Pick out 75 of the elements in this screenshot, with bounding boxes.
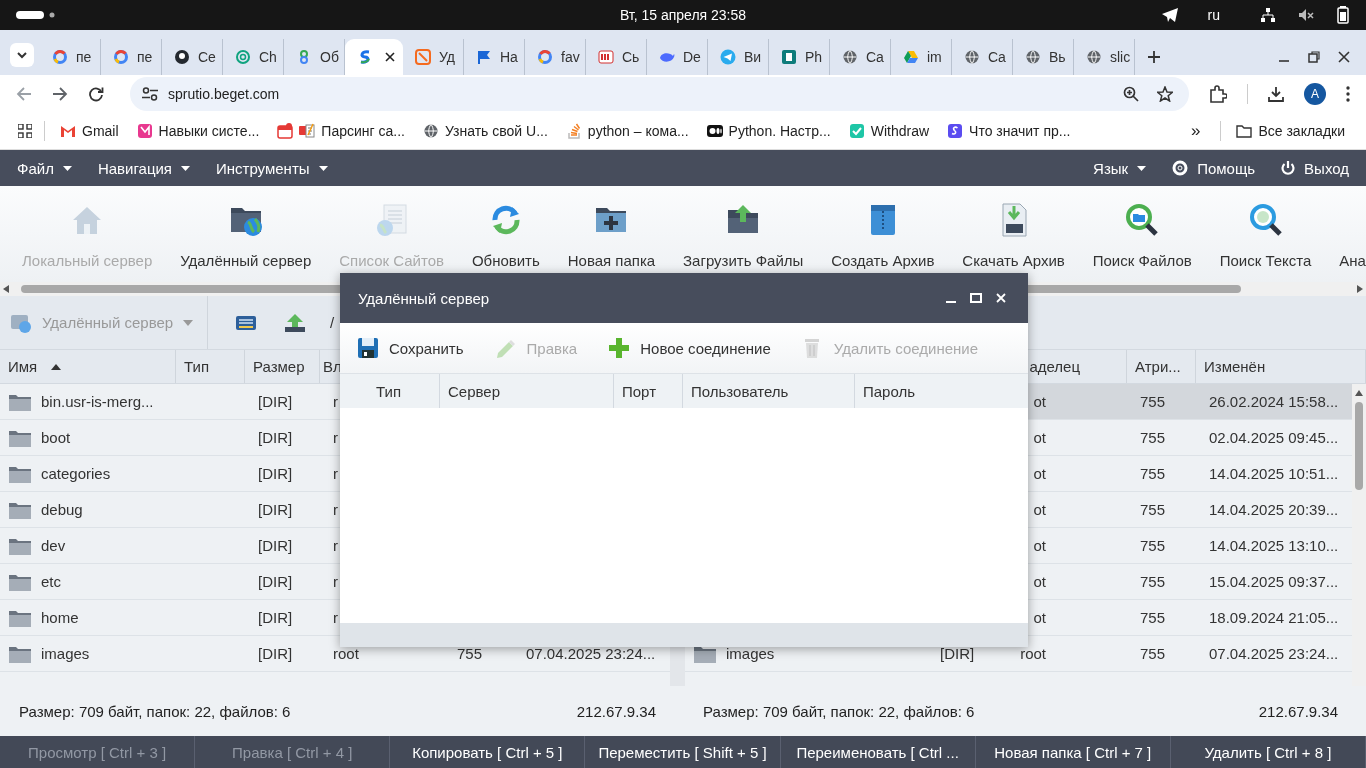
tab-title: Сь xyxy=(622,49,640,65)
table-cell: ot xyxy=(1033,609,1046,626)
tab-title: Ph xyxy=(805,49,823,65)
table-cell: 14.04.2025 13:10... xyxy=(1209,537,1339,554)
tab-title: Ch xyxy=(259,49,277,65)
tab-title: De xyxy=(683,49,701,65)
tab-title: пе xyxy=(76,49,92,65)
table-cell: [DIR] xyxy=(258,429,293,446)
table-cell: 02.04.2025 09:45... xyxy=(1209,429,1339,446)
table-cell: r xyxy=(333,429,338,446)
table-cell: r xyxy=(333,393,338,410)
tab-title: im xyxy=(927,49,942,65)
table-cell: root xyxy=(333,645,359,662)
table-cell: 755 xyxy=(457,645,483,662)
table-cell: 07.04.2025 23:24... xyxy=(1209,645,1339,662)
file-name: dev xyxy=(41,537,66,554)
dialog-title: Удалённый сервер xyxy=(358,289,490,307)
table-cell: ot xyxy=(1033,573,1046,590)
table-cell: 26.02.2024 15:58... xyxy=(1209,393,1339,410)
table-cell: r xyxy=(333,609,338,626)
table-cell: ot xyxy=(1033,501,1046,518)
file-name: boot xyxy=(41,429,71,446)
table-cell: root xyxy=(1020,645,1046,662)
status-summary: Размер: 709 байт, папок: 22, файлов: 6 xyxy=(19,702,291,720)
path-label: / xyxy=(330,314,335,331)
table-cell: 07.04.2025 23:24... xyxy=(526,645,656,662)
table-cell: [DIR] xyxy=(258,609,293,626)
table-cell: r xyxy=(333,573,338,590)
table-cell: 14.04.2025 10:51... xyxy=(1209,465,1339,482)
tab-title: slic xyxy=(1110,49,1131,65)
status-summary: Размер: 709 байт, папок: 22, файлов: 6 xyxy=(703,702,975,720)
table-cell: [DIR] xyxy=(258,573,293,590)
table-cell: 755 xyxy=(1140,429,1166,446)
table-cell: 755 xyxy=(1140,393,1166,410)
tab-title: Ви xyxy=(744,49,762,65)
table-cell: 755 xyxy=(1140,645,1166,662)
file-name: bin.usr-is-merg... xyxy=(41,393,154,410)
tab-title: пе xyxy=(137,49,153,65)
file-name: etc xyxy=(41,573,61,590)
server-ip: 212.67.9.34 xyxy=(576,702,656,720)
table-cell: r xyxy=(333,465,338,482)
table-cell: ot xyxy=(1033,393,1046,410)
tab-title: На xyxy=(500,49,518,65)
table-cell: r xyxy=(333,537,338,554)
table-cell: 755 xyxy=(1140,537,1166,554)
tab-title: Уд xyxy=(439,49,455,65)
table-cell: 14.04.2025 20:39... xyxy=(1209,501,1339,518)
table-cell: 18.09.2024 21:05... xyxy=(1209,609,1339,626)
tab-title: Об xyxy=(320,49,339,65)
table-cell: r xyxy=(333,501,338,518)
table-cell: [DIR] xyxy=(940,645,975,662)
file-name: categories xyxy=(41,465,111,482)
table-cell: 755 xyxy=(1140,465,1166,482)
tab-title: Ca xyxy=(988,49,1006,65)
tab-title: Вь xyxy=(1049,49,1066,65)
tab-title: fav xyxy=(561,49,580,65)
table-cell: ot xyxy=(1033,537,1046,554)
tab-title: Се xyxy=(198,49,216,65)
table-cell: 755 xyxy=(1140,501,1166,518)
table-cell: [DIR] xyxy=(258,465,293,482)
table-cell: 755 xyxy=(1140,573,1166,590)
table-cell: ot xyxy=(1033,429,1046,446)
table-cell: [DIR] xyxy=(258,537,293,554)
table-cell: 755 xyxy=(1140,609,1166,626)
table-cell: [DIR] xyxy=(258,645,293,662)
file-name: images xyxy=(41,645,90,662)
file-name: home xyxy=(41,609,79,626)
file-name: images xyxy=(726,645,775,662)
table-cell: [DIR] xyxy=(258,501,293,518)
server-ip: 212.67.9.34 xyxy=(1258,702,1338,720)
file-name: debug xyxy=(41,501,83,518)
table-cell: ot xyxy=(1033,465,1046,482)
tab-title: Ca xyxy=(866,49,884,65)
table-cell: [DIR] xyxy=(258,393,293,410)
table-cell: 15.04.2025 09:37... xyxy=(1209,573,1339,590)
